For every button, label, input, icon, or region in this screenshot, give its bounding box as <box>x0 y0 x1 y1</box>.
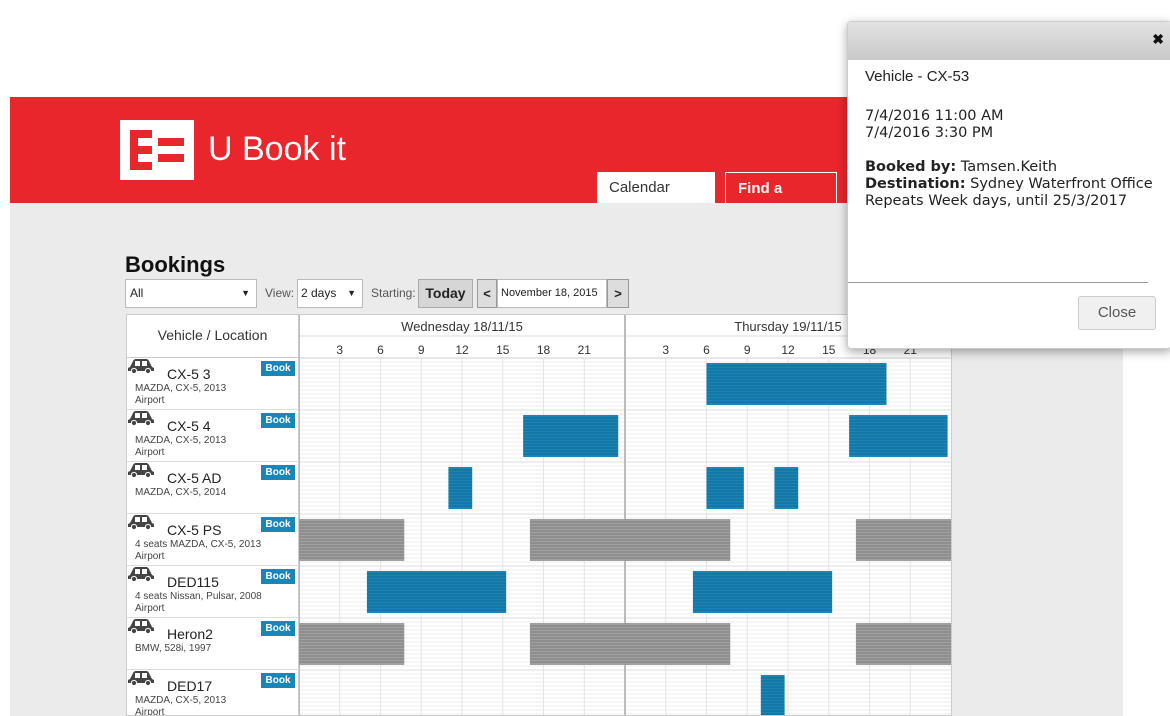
starting-label: Starting: <box>371 286 416 300</box>
book-button[interactable]: Book <box>261 517 295 532</box>
vehicle-location: Airport <box>135 395 165 406</box>
booked-by-line: Booked by: Tamsen.Keith <box>865 159 1165 176</box>
close-button[interactable]: Close <box>1078 296 1156 330</box>
today-button[interactable]: Today <box>418 279 473 308</box>
vehicle-name: Heron2 <box>167 626 213 642</box>
filter-value: All <box>130 286 144 300</box>
car-icon <box>128 567 154 582</box>
hour-tick-label: 15 <box>822 343 836 357</box>
car-icon <box>128 619 154 634</box>
vehicle-details: MAZDA, CX-5, 2013 Airport <box>135 435 226 459</box>
filter-select[interactable]: All ▼ <box>125 279 257 308</box>
hour-tick-label: 12 <box>455 343 469 357</box>
popup-title: Vehicle - CX-53 <box>865 68 970 85</box>
vehicle-row: DED17 MAZDA, CX-5, 2013 Airport Book <box>127 670 299 716</box>
book-button[interactable]: Book <box>261 413 295 428</box>
tab-find-vehicle[interactable]: Find a vehicle <box>725 172 837 228</box>
vehicle-row: DED115 4 seats Nissan, Pulsar, 2008 Airpor… <box>127 566 299 618</box>
chevron-down-icon: ▼ <box>241 288 250 298</box>
view-value: 2 days <box>301 286 337 300</box>
destination-line: Destination: Sydney Waterfront Office <box>865 176 1165 193</box>
destination-label: Destination: <box>865 176 966 192</box>
car-icon <box>128 671 154 686</box>
brand-name: U Book it <box>208 130 346 168</box>
vehicle-details: MAZDA, CX-5, 2013 Airport <box>135 383 226 407</box>
book-button[interactable]: Book <box>261 361 295 376</box>
vehicle-name: CX-5 PS <box>167 522 222 538</box>
book-button[interactable]: Book <box>261 569 295 584</box>
hour-tick-label: 3 <box>336 343 343 357</box>
hour-tick-label: 6 <box>703 343 710 357</box>
vehicle-name: CX-5 3 <box>167 366 211 382</box>
destination-value: Sydney Waterfront Office <box>970 176 1153 192</box>
vehicle-model: MAZDA, CX-5, 2013 <box>135 383 227 394</box>
hour-tick-label: 18 <box>537 343 551 357</box>
car-icon <box>128 515 154 530</box>
book-button[interactable]: Book <box>261 465 295 480</box>
vehicle-location: Airport <box>135 551 165 562</box>
vehicle-name: CX-5 4 <box>167 418 211 434</box>
tab-calendar-view[interactable]: Calendar view <box>597 172 715 227</box>
close-icon[interactable]: ✖ <box>1152 31 1164 48</box>
vehicle-details: MAZDA, CX-5, 2013 Airport <box>135 695 227 716</box>
vehicle-model: MAZDA, CX-5, 2014 <box>135 487 227 498</box>
vehicle-details: MAZDA, CX-5, 2014 <box>135 487 226 499</box>
vehicle-model: 4 seats MAZDA, CX-5, 2013 <box>135 539 262 550</box>
book-button[interactable]: Book <box>261 673 295 688</box>
popup-titlebar <box>848 22 1170 60</box>
vehicle-location-header: Vehicle / Location <box>127 315 299 358</box>
hour-tick-label: 15 <box>496 343 510 357</box>
car-icon <box>128 411 154 426</box>
vehicle-row: CX-5 3 MAZDA, CX-5, 2013 Airport Book <box>127 358 299 410</box>
vehicle-row: CX-5 PS 4 seats MAZDA, CX-5, 2013 Airport B… <box>127 514 299 566</box>
divider <box>848 282 1148 283</box>
vehicle-model: BMW, 528i, 1997 <box>135 643 212 654</box>
view-select[interactable]: 2 days ▼ <box>297 279 363 308</box>
chevron-down-icon: ▼ <box>347 288 356 298</box>
vehicle-details: 4 seats Nissan, Pulsar, 2008 Airport <box>135 591 262 615</box>
vehicle-details: 4 seats MAZDA, CX-5, 2013 Airport <box>135 539 261 563</box>
hour-tick-label: 9 <box>418 343 425 357</box>
vehicle-model: MAZDA, CX-5, 2013 <box>135 695 227 706</box>
hour-tick-label: 9 <box>744 343 751 357</box>
repeats-text: Repeats Week days, until 25/3/2017 <box>865 193 1128 209</box>
vehicle-row: CX-5 AD MAZDA, CX-5, 2014 Book <box>127 462 299 514</box>
vehicle-row: Heron2 BMW, 528i, 1997 Book <box>127 618 299 670</box>
vehicle-details: BMW, 528i, 1997 <box>135 643 211 655</box>
book-button[interactable]: Book <box>261 621 295 636</box>
vehicle-name: DED115 <box>167 574 219 590</box>
day-header: Wednesday 18/11/15 <box>401 319 523 334</box>
vehicle-model: MAZDA, CX-5, 2013 <box>135 435 227 446</box>
booked-by-value: Tamsen.Keith <box>960 159 1058 175</box>
vehicle-location: Airport <box>135 707 165 716</box>
next-button[interactable]: > <box>607 279 629 308</box>
hour-tick-label: 21 <box>578 343 592 357</box>
hour-tick-label: 6 <box>377 343 384 357</box>
vehicle-model: 4 seats Nissan, Pulsar, 2008 <box>135 591 262 602</box>
bookings-grid: 3 6 9 12 15 18 21 3 6 9 12 15 18 21 Vehicle / Locatio… <box>126 314 952 716</box>
hour-tick-label: 3 <box>662 343 669 357</box>
vehicle-row: CX-5 4 MAZDA, CX-5, 2013 Airport Book <box>127 410 299 462</box>
popup-details: 7/4/2016 11:00 AM 7/4/2016 3:30 PM Booke… <box>865 108 1165 210</box>
logo-icon <box>120 120 194 180</box>
start-date-input[interactable]: November 18, 2015 <box>497 279 607 308</box>
prev-button[interactable]: < <box>477 279 497 308</box>
booked-by-label: Booked by: <box>865 159 957 175</box>
car-icon <box>128 359 154 374</box>
vehicle-location: Airport <box>135 447 165 458</box>
car-icon <box>128 463 154 478</box>
view-label: View: <box>265 286 295 300</box>
hour-tick-label: 12 <box>781 343 795 357</box>
booking-end: 7/4/2016 3:30 PM <box>865 125 994 141</box>
booking-start: 7/4/2016 11:00 AM <box>865 108 1004 124</box>
vehicle-name: CX-5 AD <box>167 470 222 486</box>
vehicle-location: Airport <box>135 603 165 614</box>
page-title: Bookings <box>125 252 226 277</box>
vehicle-name: DED17 <box>167 678 213 694</box>
booking-details-popup: ✖ Vehicle - CX-53 7/4/2016 11:00 AM 7/4/… <box>847 21 1170 349</box>
